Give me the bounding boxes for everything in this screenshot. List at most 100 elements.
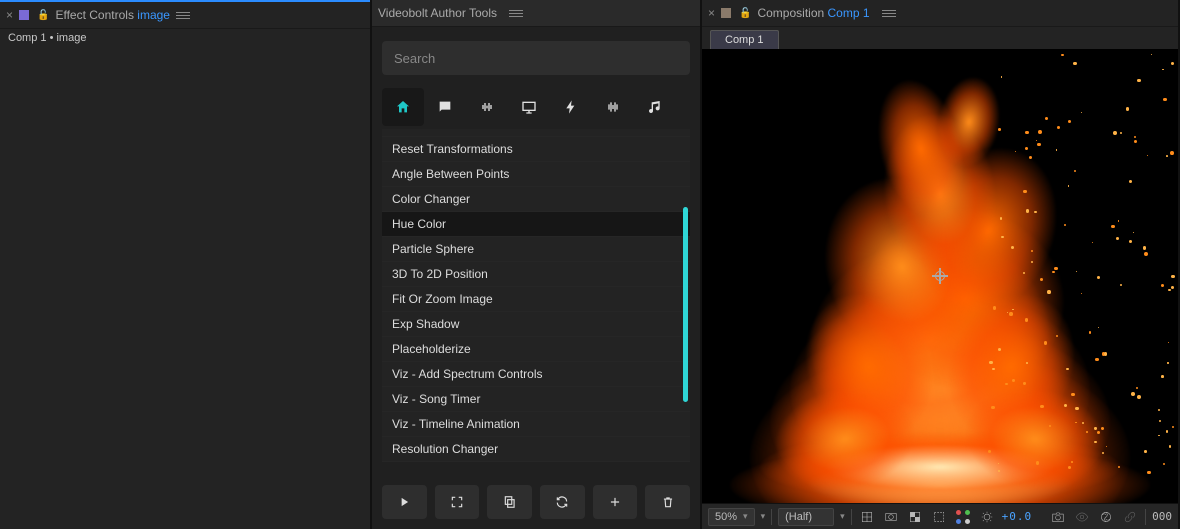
close-icon[interactable]: × xyxy=(708,6,715,20)
play-icon xyxy=(397,495,411,509)
exposure-value[interactable]: +0.0 xyxy=(1002,510,1033,523)
list-item[interactable]: Angle Between Points xyxy=(382,162,690,187)
list-item[interactable]: Viz - Timeline Animation xyxy=(382,412,690,437)
list-item[interactable]: Viz - Add Spectrum Controls xyxy=(382,362,690,387)
transparency-toggle[interactable] xyxy=(906,508,924,526)
panel-title-text: Composition xyxy=(757,6,824,20)
tab-chat[interactable] xyxy=(424,88,466,126)
search-container xyxy=(382,41,690,75)
viewer-footer: 50% ▾ ▾ (Half) ▾ +0.0 000 xyxy=(702,503,1178,529)
panel-title: Videobolt Author Tools xyxy=(378,6,497,20)
snapshot-button[interactable] xyxy=(1049,508,1067,526)
zoom-select[interactable]: 50% ▾ xyxy=(708,508,755,526)
list-item[interactable]: Resolution Changer xyxy=(382,437,690,462)
add-button[interactable] xyxy=(593,485,638,519)
waveform-icon xyxy=(605,99,621,115)
delete-button[interactable] xyxy=(645,485,690,519)
chevron-down-icon[interactable]: ▾ xyxy=(761,511,766,522)
list-item[interactable]: Color Changer xyxy=(382,187,690,212)
separator xyxy=(1145,509,1146,525)
waveform-icon xyxy=(479,99,495,115)
list-item[interactable]: Exp Shadow xyxy=(382,312,690,337)
panel-menu-icon[interactable] xyxy=(882,8,896,19)
tab-audio[interactable] xyxy=(466,88,508,126)
mask-toggle[interactable] xyxy=(882,508,900,526)
exposure-icon xyxy=(980,510,994,524)
refresh-icon xyxy=(555,495,569,509)
chevron-down-icon: ▾ xyxy=(743,511,748,522)
search-input[interactable] xyxy=(382,41,690,75)
home-icon xyxy=(395,99,411,115)
list-item[interactable]: Reset Transformations xyxy=(382,137,690,162)
exposure-toggle[interactable] xyxy=(978,508,996,526)
tool-tabs xyxy=(382,87,690,127)
timeline-link-button[interactable] xyxy=(1121,508,1139,526)
panel-title-text: Effect Controls xyxy=(55,8,133,22)
comp-tab-label: Comp 1 xyxy=(725,34,764,46)
panel-menu-icon[interactable] xyxy=(176,10,190,21)
region-toggle[interactable] xyxy=(930,508,948,526)
left-panel-header: × 🔓 Effect Controls image xyxy=(0,0,370,29)
list-item[interactable]: Viz - Song Timer xyxy=(382,387,690,412)
fast-preview-button[interactable] xyxy=(1097,508,1115,526)
list-item[interactable]: Hue Color xyxy=(382,212,690,237)
play-button[interactable] xyxy=(382,485,427,519)
breadcrumb: Comp 1 • image xyxy=(0,29,370,49)
expand-icon xyxy=(450,495,464,509)
expand-button[interactable] xyxy=(435,485,480,519)
checkerboard-icon xyxy=(908,510,922,524)
rgb-icon xyxy=(956,510,970,524)
close-icon[interactable]: × xyxy=(6,8,13,22)
list-item[interactable]: Particle Sphere xyxy=(382,237,690,262)
separator xyxy=(771,509,772,525)
refresh-button[interactable] xyxy=(540,485,585,519)
panel-title-layer[interactable]: image xyxy=(137,8,170,22)
list-item[interactable]: Placeholderize xyxy=(382,337,690,362)
composition-viewer[interactable] xyxy=(702,49,1178,503)
tab-home[interactable] xyxy=(382,88,424,126)
frame-counter: 000 xyxy=(1152,510,1172,523)
list-item[interactable]: 3D To 2D Position xyxy=(382,262,690,287)
channel-toggle[interactable] xyxy=(954,508,972,526)
aperture-icon xyxy=(1099,510,1113,524)
chat-icon xyxy=(437,99,453,115)
anchor-point-icon xyxy=(932,268,948,284)
grid-toggle[interactable] xyxy=(858,508,876,526)
lock-icon[interactable]: 🔓 xyxy=(739,8,751,19)
tab-viz[interactable] xyxy=(592,88,634,126)
comp-tab[interactable]: Comp 1 xyxy=(710,30,779,49)
scrollbar-thumb[interactable] xyxy=(683,207,688,402)
chevron-down-icon[interactable]: ▾ xyxy=(840,511,845,522)
music-icon xyxy=(647,99,663,115)
resolution-value: (Half) xyxy=(785,511,812,523)
action-row xyxy=(382,473,690,529)
eye-icon xyxy=(1075,510,1089,524)
zoom-value: 50% xyxy=(715,511,737,523)
list-item[interactable] xyxy=(382,129,690,137)
copy-button[interactable] xyxy=(487,485,532,519)
bolt-icon xyxy=(563,99,579,115)
view-snapshot-button[interactable] xyxy=(1073,508,1091,526)
lock-icon[interactable]: 🔓 xyxy=(37,10,49,21)
panel-title: Composition Comp 1 xyxy=(757,6,869,20)
tab-music[interactable] xyxy=(634,88,676,126)
resolution-select[interactable]: (Half) xyxy=(778,508,834,526)
monitor-icon xyxy=(521,99,537,115)
tab-bolt[interactable] xyxy=(550,88,592,126)
mask-icon xyxy=(884,510,898,524)
right-panel-header: × 🔓 Composition Comp 1 xyxy=(702,0,1178,27)
link-icon xyxy=(1123,510,1137,524)
plus-icon xyxy=(608,495,622,509)
tab-display[interactable] xyxy=(508,88,550,126)
layer-color-swatch xyxy=(19,10,29,20)
list-item[interactable]: Fit Or Zoom Image xyxy=(382,287,690,312)
panel-menu-icon[interactable] xyxy=(509,8,523,19)
panel-title: Effect Controls image xyxy=(55,8,170,22)
tools-list: Reset TransformationsAngle Between Point… xyxy=(382,129,690,473)
panel-title-comp[interactable]: Comp 1 xyxy=(828,6,870,20)
middle-panel-header: Videobolt Author Tools xyxy=(372,0,700,27)
separator xyxy=(851,509,852,525)
region-icon xyxy=(932,510,946,524)
trash-icon xyxy=(661,495,675,509)
comp-color-swatch xyxy=(721,8,731,18)
